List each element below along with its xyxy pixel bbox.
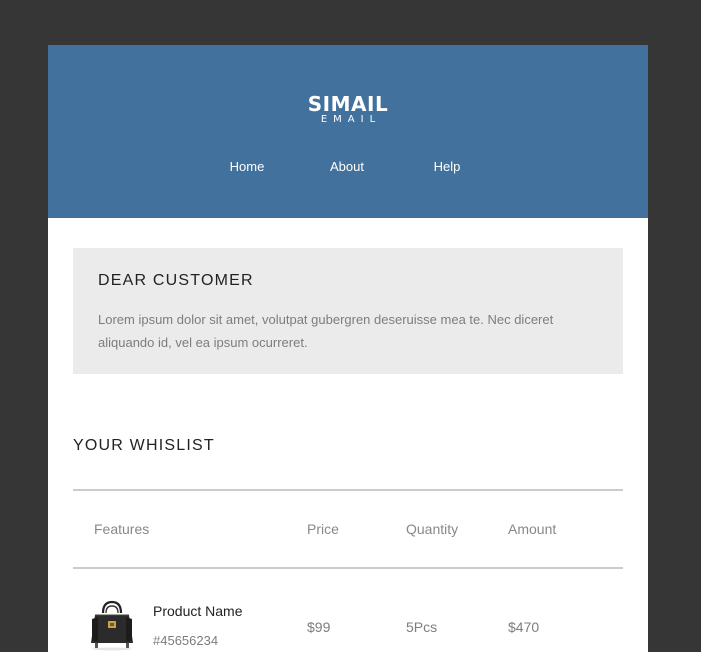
greeting-title: DEAR CUSTOMER xyxy=(98,272,254,289)
product-quantity: 5Pcs xyxy=(406,619,438,635)
wishlist-title: YOUR WHISLIST xyxy=(73,437,215,454)
product-price: $99 xyxy=(307,619,331,635)
product-name[interactable]: Product Name xyxy=(153,602,242,620)
email-header: SIMAIL EMAIL Home About Help xyxy=(48,45,648,218)
product-sku: #45656234 xyxy=(153,633,219,648)
handbag-icon[interactable] xyxy=(89,599,135,651)
table-header-divider xyxy=(73,567,623,569)
column-header-features: Features xyxy=(94,521,150,537)
main-nav: Home About Help xyxy=(48,158,648,176)
nav-item-help[interactable]: Help xyxy=(397,158,497,176)
table-top-divider xyxy=(73,489,623,491)
column-header-price: Price xyxy=(307,521,339,537)
email-container: SIMAIL EMAIL Home About Help DEAR CUSTOM… xyxy=(48,45,648,652)
logo-sub-text: EMAIL xyxy=(320,114,382,125)
column-header-quantity: Quantity xyxy=(406,521,459,537)
product-amount: $470 xyxy=(508,619,540,635)
column-header-amount: Amount xyxy=(508,521,557,537)
greeting-body: Lorem ipsum dolor sit amet, volutpat gub… xyxy=(98,312,554,350)
nav-item-about[interactable]: About xyxy=(297,158,397,176)
logo-main-text: SIMAIL xyxy=(307,92,389,116)
greeting-box: DEAR CUSTOMER Lorem ipsum dolor sit amet… xyxy=(73,248,623,374)
nav-item-home[interactable]: Home xyxy=(197,158,297,176)
logo[interactable]: SIMAIL EMAIL xyxy=(48,93,648,125)
